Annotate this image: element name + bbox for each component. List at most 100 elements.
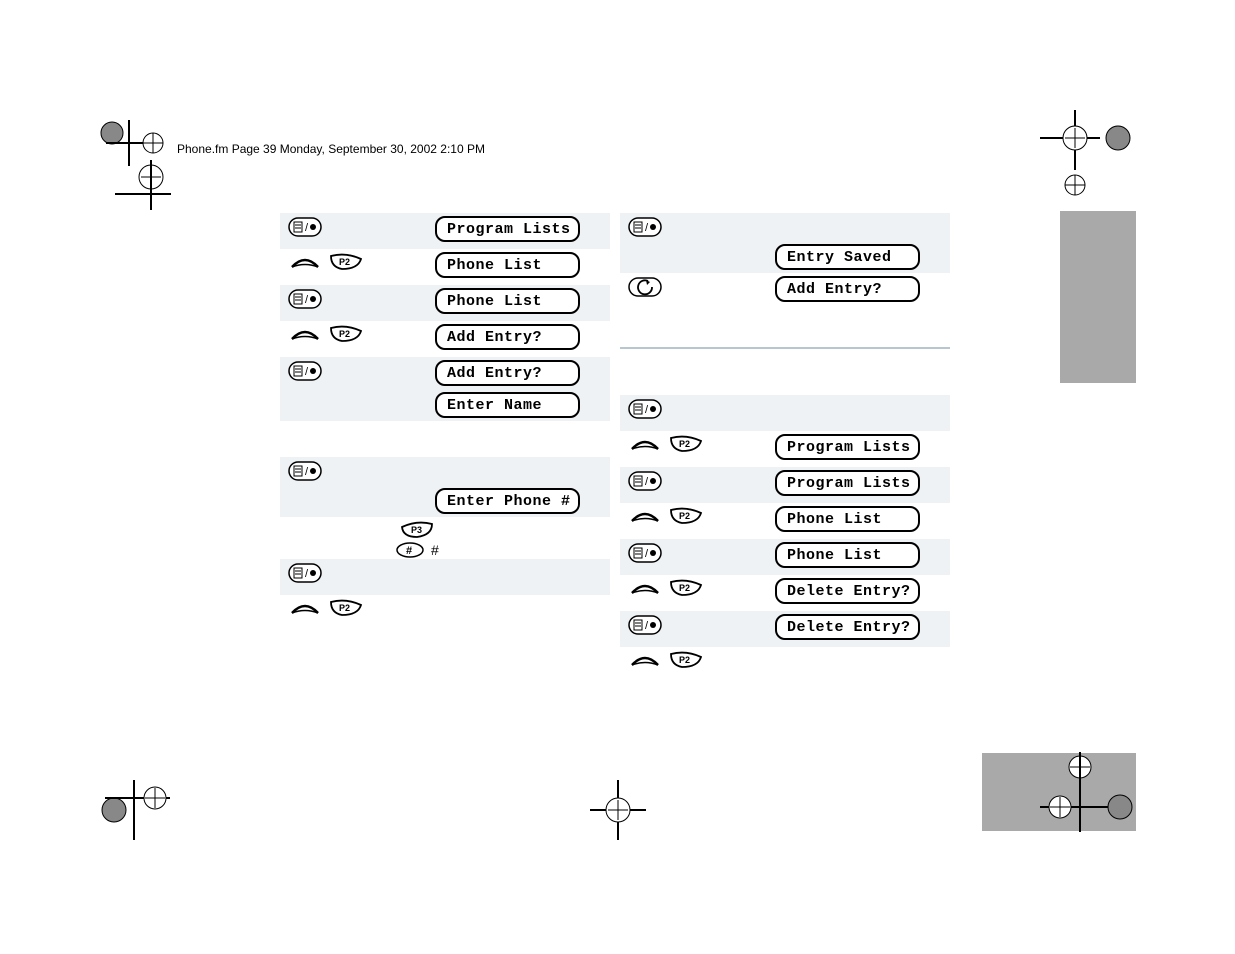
right-bottom-steps: /P2Program Lists/Program ListsP2Phone Li… [620,395,950,683]
svg-text:P2: P2 [679,511,690,521]
button-icons: / [620,539,775,563]
lcd-display: Add Entry? [435,360,580,386]
section-divider [620,347,950,349]
crop-mark [1040,752,1140,847]
hash-pill-icon: # [395,541,425,559]
button-icons: / [280,357,435,381]
document-header: Phone.fm Page 39 Monday, September 30, 2… [177,142,485,156]
display-column: Phone List [775,539,950,571]
crop-mark [1040,110,1140,205]
rocker-icon [628,651,662,669]
p2-button-icon: P2 [328,253,364,271]
menu-select-icon: / [628,615,662,635]
svg-text:P2: P2 [339,603,350,613]
instruction-row: P2 Program Lists [620,431,950,467]
instruction-row: P2 Phone List [280,249,610,285]
instruction-row: P2 [620,647,950,683]
right-column: /Entry SavedAdd Entry? /P2Program Lists/… [620,213,950,683]
instruction-row [280,421,610,457]
svg-text:P2: P2 [339,329,350,339]
instruction-row: /Entry Saved [620,213,950,273]
instruction-row: /Add Entry? Enter Name [280,357,610,421]
button-icons: P2 [620,503,775,525]
menu-select-icon: / [288,289,322,309]
button-icons: / [620,611,775,635]
button-icons: P2 [620,431,775,453]
display-column: Delete Entry? [775,575,950,607]
rocker-icon [628,507,662,525]
svg-text:P2: P2 [679,655,690,665]
thumb-tab-upper [1060,211,1136,383]
instruction-row: / Delete Entry? [620,611,950,647]
display-column: Add Entry? [435,321,610,353]
button-icons: / [280,285,435,309]
button-icons: / [620,213,775,237]
lcd-display: Enter Name [435,392,580,418]
button-icons: / [280,559,435,583]
display-column [435,595,610,601]
display-column: Enter Phone # [435,457,610,517]
button-icons: / [620,395,775,419]
instruction-row: / Program Lists [280,213,610,249]
p2-button-icon: P2 [668,579,704,597]
crop-mark [115,160,175,225]
instruction-row: Add Entry? [620,273,950,309]
menu-select-icon: / [288,563,322,583]
p2-button-icon: P2 [668,651,704,669]
lcd-display: Program Lists [435,216,580,242]
rocker-icon [628,579,662,597]
instruction-row: /Enter Phone # [280,457,610,517]
instruction-row: P2 [280,595,610,631]
p3-button-icon: P3 [399,521,435,539]
display-column: Add Entry? Enter Name [435,357,610,421]
p2-button-icon: P2 [328,325,364,343]
back-icon [628,277,662,297]
button-icons: P2 [620,575,775,597]
hash-glyph: # [431,542,439,558]
p2-button-icon: P2 [668,507,704,525]
rocker-icon [288,253,322,271]
lcd-display: Program Lists [775,434,920,460]
lcd-display: Entry Saved [775,244,920,270]
display-column: Phone List [775,503,950,535]
button-icons: P2 [280,321,435,343]
rocker-icon [628,435,662,453]
instruction-row: / Phone List [620,539,950,575]
instruction-row: P3 # # [280,517,610,559]
right-top-steps: /Entry SavedAdd Entry? [620,213,950,309]
button-icons: P2 [280,249,435,271]
instruction-row: / [280,559,610,595]
menu-select-icon: / [628,471,662,491]
lcd-display: Phone List [775,542,920,568]
instruction-row: P2 Add Entry? [280,321,610,357]
display-column: Entry Saved [775,213,950,273]
rocker-icon [288,325,322,343]
lcd-display: Phone List [775,506,920,532]
display-column: Phone List [435,285,610,317]
instruction-row: / Program Lists [620,467,950,503]
button-icons: / [280,457,435,481]
button-icons: P3 # # [280,517,475,559]
button-icons: / [620,467,775,491]
lcd-display: Enter Phone # [435,488,580,514]
crop-mark [100,780,190,855]
lcd-display: Program Lists [775,470,920,496]
menu-select-icon: / [288,217,322,237]
display-column [775,395,950,423]
menu-select-icon: / [628,543,662,563]
svg-text:P2: P2 [339,257,350,267]
svg-text:#: # [406,545,412,557]
lcd-display: Phone List [435,288,580,314]
instruction-row: P2 Delete Entry? [620,575,950,611]
lcd-display: Delete Entry? [775,614,920,640]
button-icons [620,273,775,297]
instruction-row: P2 Phone List [620,503,950,539]
left-step-column: / Program Lists P2 Phone List / Phone List P2 A… [280,213,610,631]
svg-text:P2: P2 [679,439,690,449]
crop-mark [590,780,650,855]
display-column: Delete Entry? [775,611,950,643]
svg-text:P2: P2 [679,583,690,593]
p2-button-icon: P2 [668,435,704,453]
button-icons [280,421,435,425]
display-column: Phone List [435,249,610,281]
